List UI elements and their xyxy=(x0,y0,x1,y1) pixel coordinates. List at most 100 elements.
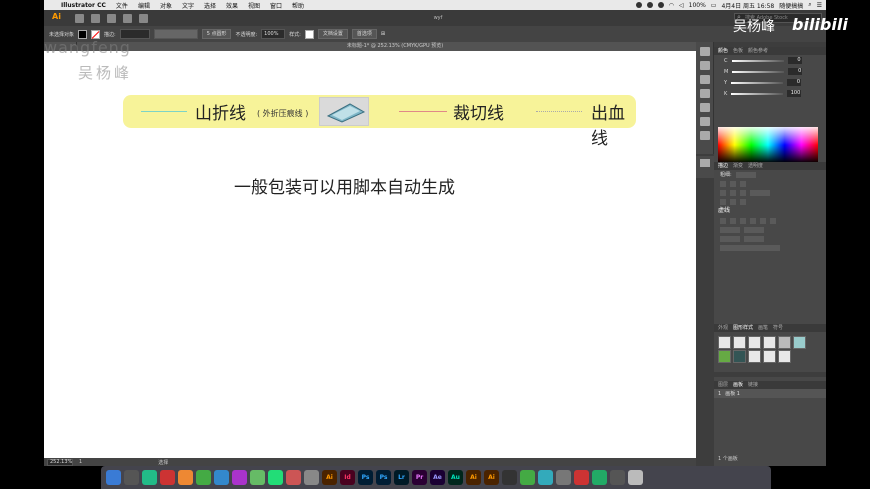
c-value[interactable]: 0 xyxy=(787,57,802,64)
style-swatch[interactable] xyxy=(718,336,731,349)
dock-app-pr-icon[interactable]: Pr xyxy=(412,470,427,485)
dock-app-ai-icon[interactable]: Ai xyxy=(484,470,499,485)
artboard-row[interactable]: 1 画板 1 xyxy=(714,389,826,398)
stock-icon[interactable] xyxy=(91,13,100,23)
dock-app-icon[interactable] xyxy=(142,470,157,485)
layers-icon[interactable] xyxy=(700,47,710,56)
caption-text[interactable]: 一般包装可以用脚本自动生成 xyxy=(234,173,455,198)
document-tab-title[interactable]: 未标题-1* @ 252.13% (CMYK/GPU 预览) xyxy=(77,42,713,51)
dock-app-ai-icon[interactable]: Ai xyxy=(466,470,481,485)
dash-field[interactable] xyxy=(760,217,766,224)
style-swatch[interactable] xyxy=(748,350,761,363)
dock-app-icon[interactable] xyxy=(124,470,139,485)
tab-stroke[interactable]: 描边 xyxy=(718,162,728,170)
menubar-user[interactable]: 随便搞搞 xyxy=(779,1,803,10)
canvas[interactable]: 山折线 ( 外折压痕线 ) 裁切线 出血线 一般包装可以用脚本自动生成 xyxy=(44,51,713,458)
k-slider[interactable] xyxy=(731,92,784,95)
profile-dropdown[interactable] xyxy=(720,244,780,251)
dock-app-icon[interactable] xyxy=(520,470,535,485)
battery-icon[interactable]: ▭ xyxy=(711,2,717,9)
dock-app-icon[interactable] xyxy=(628,470,643,485)
corner-icon[interactable] xyxy=(730,189,736,196)
dash-field[interactable] xyxy=(770,217,776,224)
page-number[interactable]: 1 xyxy=(79,459,82,465)
artboard-name[interactable]: 画板 1 xyxy=(725,390,740,397)
legend-banner[interactable]: 山折线 ( 外折压痕线 ) 裁切线 出血线 xyxy=(123,95,636,149)
spotlight-icon[interactable]: ⌕ xyxy=(808,1,811,9)
status-icon[interactable] xyxy=(635,2,642,8)
dock-app-icon[interactable] xyxy=(196,470,211,485)
tab-brushes[interactable]: 画笔 xyxy=(758,324,768,332)
menu-file[interactable]: 文件 xyxy=(111,1,133,10)
style-swatch[interactable] xyxy=(733,350,746,363)
dock-app-ai-icon[interactable]: Ai xyxy=(322,470,337,485)
status-icon[interactable] xyxy=(657,2,664,8)
menu-window[interactable]: 窗口 xyxy=(265,1,287,10)
dash-field[interactable] xyxy=(720,217,726,224)
arrange-icon[interactable]: ⊞ xyxy=(381,31,385,37)
corner-icon[interactable] xyxy=(720,189,726,196)
cap-icon[interactable] xyxy=(720,180,726,187)
artboard[interactable]: 山折线 ( 外折压痕线 ) 裁切线 出血线 一般包装可以用脚本自动生成 xyxy=(44,51,713,458)
menu-effect[interactable]: 效果 xyxy=(221,1,243,10)
volume-icon[interactable]: ◁ xyxy=(679,2,684,9)
dash-field[interactable] xyxy=(750,217,756,224)
send-icon[interactable] xyxy=(139,13,148,23)
dock-app-ps-icon[interactable]: Ps xyxy=(376,470,391,485)
document-setup-button[interactable]: 文档设置 xyxy=(317,29,348,39)
dock-app-icon[interactable] xyxy=(574,470,589,485)
dock-app-icon[interactable] xyxy=(592,470,607,485)
style-swatch[interactable] xyxy=(763,350,776,363)
menu-select[interactable]: 选择 xyxy=(199,1,221,10)
arrowhead-start[interactable] xyxy=(720,226,740,233)
libraries-icon[interactable] xyxy=(700,61,710,70)
y-slider[interactable] xyxy=(731,81,784,84)
zoom-field[interactable]: 252.13% xyxy=(47,458,73,466)
tab-transparency[interactable]: 透明度 xyxy=(748,162,763,170)
menu-type[interactable]: 文字 xyxy=(177,1,199,10)
c-slider[interactable] xyxy=(731,59,784,62)
artboard-icon[interactable] xyxy=(700,159,710,167)
m-slider[interactable] xyxy=(732,70,785,73)
dock-app-icon[interactable] xyxy=(232,470,247,485)
tab-layers[interactable]: 图层 xyxy=(718,381,728,389)
arrowhead-end[interactable] xyxy=(744,226,764,233)
dock-app-icon[interactable] xyxy=(538,470,553,485)
style-swatch[interactable] xyxy=(304,29,314,39)
tab-color-guide[interactable]: 颜色参考 xyxy=(748,47,768,55)
dock-app-icon[interactable] xyxy=(106,470,121,485)
dock-app-icon[interactable] xyxy=(610,470,625,485)
dock-app-ps-icon[interactable]: Ps xyxy=(358,470,373,485)
menu-object[interactable]: 对象 xyxy=(155,1,177,10)
align-icon[interactable] xyxy=(700,89,710,98)
y-value[interactable]: 0 xyxy=(787,79,802,86)
dock-app-icon[interactable] xyxy=(160,470,175,485)
style-swatch[interactable] xyxy=(778,336,791,349)
color-spectrum[interactable] xyxy=(718,127,818,163)
tab-symbols[interactable]: 符号 xyxy=(773,324,783,332)
properties-icon[interactable] xyxy=(700,75,710,84)
align-stroke-icon[interactable] xyxy=(720,198,726,205)
dash-field[interactable] xyxy=(730,217,736,224)
align-stroke-icon[interactable] xyxy=(730,198,736,205)
corner-icon[interactable] xyxy=(740,189,746,196)
tab-swatches[interactable]: 色板 xyxy=(733,47,743,55)
menu-list-icon[interactable]: ☰ xyxy=(817,2,822,9)
dock-app-icon[interactable] xyxy=(286,470,301,485)
wifi-icon[interactable]: ◠ xyxy=(669,2,674,9)
dock-app-icon[interactable] xyxy=(502,470,517,485)
k-value[interactable]: 100 xyxy=(787,90,802,97)
stroke-weight-input[interactable] xyxy=(735,171,756,178)
dock-app-icon[interactable] xyxy=(178,470,193,485)
menu-view[interactable]: 视图 xyxy=(243,1,265,10)
transform-icon[interactable] xyxy=(700,103,710,112)
opacity-field[interactable]: 100% xyxy=(261,29,286,39)
bridge-icon[interactable] xyxy=(75,13,84,23)
menu-help[interactable]: 帮助 xyxy=(287,1,309,10)
scale-start[interactable] xyxy=(720,235,740,242)
dock-app-lr-icon[interactable]: Lr xyxy=(394,470,409,485)
dashed-line-checkbox[interactable]: 虚线 xyxy=(714,206,826,216)
arrange-icon[interactable] xyxy=(107,13,116,23)
style-swatch[interactable] xyxy=(763,336,776,349)
clock[interactable]: 4月4日 周五 16:58 xyxy=(721,1,774,10)
